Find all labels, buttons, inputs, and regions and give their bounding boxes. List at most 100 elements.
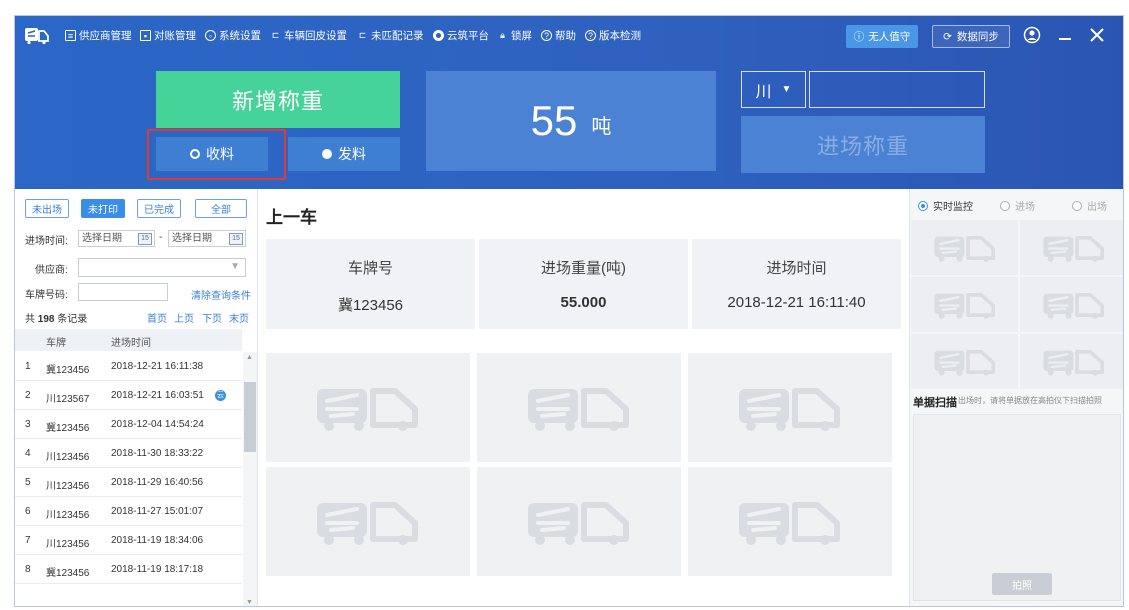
radio-unchecked-icon bbox=[1000, 200, 1010, 211]
end-date-picker[interactable]: 选择日期 15 bbox=[168, 230, 246, 247]
supplier-select[interactable]: ▼ bbox=[78, 258, 246, 277]
menu-reconcile-management[interactable]: ▪ 对账管理 bbox=[140, 28, 196, 43]
caret-down-icon: ▼ bbox=[230, 261, 240, 272]
minimize-icon[interactable] bbox=[1056, 26, 1074, 44]
camera-feed-tile[interactable] bbox=[1020, 334, 1123, 389]
tab-not-printed[interactable]: 未打印 bbox=[81, 199, 125, 218]
weight-unit: 吨 bbox=[591, 115, 612, 138]
truck-placeholder-icon bbox=[933, 235, 995, 262]
photo-placeholder[interactable] bbox=[477, 467, 681, 576]
camera-option-live[interactable]: 实时监控 bbox=[918, 198, 973, 213]
photo-placeholder[interactable] bbox=[688, 467, 892, 576]
list-item[interactable]: 5 川123456 2018-11-29 16:40:56 bbox=[15, 468, 242, 497]
truck-placeholder-icon bbox=[1042, 235, 1104, 262]
menu-tare-settings[interactable]: ⊏ 车辆回皮设置 bbox=[270, 28, 347, 43]
row-time: 2018-11-27 15:01:07 bbox=[111, 506, 204, 517]
plate-search-input[interactable] bbox=[78, 283, 168, 301]
start-date-picker[interactable]: 选择日期 15 bbox=[78, 230, 155, 247]
scroll-thumb[interactable] bbox=[244, 382, 256, 452]
list-item[interactable]: 4 川123456 2018-11-30 18:33:22 bbox=[15, 439, 242, 468]
weight-info-cell: 进场重量(吨) 55.000 bbox=[479, 239, 688, 329]
photo-placeholder[interactable] bbox=[477, 353, 681, 462]
data-sync-button[interactable]: ⟳ 数据同步 bbox=[932, 25, 1010, 48]
camera-feed-tile[interactable] bbox=[911, 277, 1018, 332]
user-icon[interactable] bbox=[1023, 26, 1041, 44]
row-plate: 川123567 bbox=[46, 394, 90, 405]
menu-lock-screen[interactable]: 🔒︎ 锁屏 bbox=[497, 28, 532, 43]
tab-completed[interactable]: 已完成 bbox=[137, 199, 181, 218]
camera-feed-tile[interactable] bbox=[911, 220, 1018, 275]
camera-option-exit[interactable]: 出场 bbox=[1072, 198, 1107, 213]
photo-placeholder[interactable] bbox=[266, 467, 470, 576]
clear-filters-link[interactable]: 清除查询条件 bbox=[191, 287, 251, 302]
menu-help[interactable]: ? 帮助 bbox=[541, 28, 576, 43]
add-weighing-button[interactable]: 新增称重 bbox=[156, 71, 400, 128]
list-item[interactable]: 1 冀123456 2018-12-21 16:11:38 bbox=[15, 352, 242, 381]
cloud-badge-icon: 云 bbox=[215, 390, 226, 401]
time-value: 2018-12-21 16:11:40 bbox=[727, 294, 866, 311]
entry-time-label: 进场时间: bbox=[25, 236, 68, 247]
row-time: 2018-12-04 14:54:24 bbox=[111, 419, 204, 430]
row-time: 2018-11-19 18:17:18 bbox=[111, 564, 204, 575]
document-scan-area: 拍照 bbox=[913, 414, 1121, 601]
menu-unmatched-records[interactable]: ⊏ 未匹配记录 bbox=[357, 28, 424, 43]
truck-icon: ⊏ bbox=[271, 30, 280, 40]
row-plate: 冀123456 bbox=[46, 365, 90, 376]
time-header: 进场时间 bbox=[766, 260, 827, 277]
menu-label: 锁屏 bbox=[511, 30, 532, 42]
scroll-up-icon[interactable]: ▲ bbox=[246, 354, 253, 361]
row-plate: 川123456 bbox=[46, 539, 90, 550]
pager-prev[interactable]: 上页 bbox=[174, 310, 194, 325]
pager-next[interactable]: 下页 bbox=[202, 310, 222, 325]
settings-icon: ◦ bbox=[205, 30, 216, 41]
province-select[interactable]: 川 ▼ bbox=[741, 71, 806, 108]
list-item[interactable]: 7 川123456 2018-11-19 18:34:06 bbox=[15, 526, 242, 555]
list-item[interactable]: 8 冀123456 2018-11-19 18:17:18 bbox=[15, 555, 242, 584]
previous-car-panel: 上一车 车牌号 冀123456 进场重量(吨) 55.000 进场时间 2018… bbox=[258, 189, 909, 606]
plate-info-cell: 车牌号 冀123456 bbox=[266, 239, 475, 329]
row-time: 2018-11-30 18:33:22 bbox=[111, 448, 204, 459]
weight-display: 55 吨 bbox=[426, 71, 716, 171]
previous-car-title: 上一车 bbox=[266, 208, 317, 227]
photo-placeholder[interactable] bbox=[688, 353, 892, 462]
tab-all[interactable]: 全部 bbox=[195, 199, 247, 218]
record-filter-panel: 未出场 未打印 已完成 全部 进场时间: 选择日期 15 - 选择日期 15 供… bbox=[15, 189, 258, 606]
menu-version-check[interactable]: ? 版本检测 bbox=[585, 28, 641, 43]
list-item[interactable]: 3 冀123456 2018-12-04 14:54:24 bbox=[15, 410, 242, 439]
menu-supplier-management[interactable]: ≡ 供应商管理 bbox=[65, 28, 132, 43]
document-scan-title: 单据扫描 bbox=[913, 397, 957, 409]
info-icon: ⓘ bbox=[853, 31, 865, 43]
scroll-down-icon[interactable]: ▼ bbox=[246, 599, 253, 606]
camera-feed-tile[interactable] bbox=[1020, 277, 1123, 332]
list-item[interactable]: 2 川123567 2018-12-21 16:03:51 云 bbox=[15, 381, 242, 410]
menu-label: 版本检测 bbox=[599, 30, 641, 42]
camera-feed-tile[interactable] bbox=[1020, 220, 1123, 275]
truck-placeholder-icon bbox=[1042, 349, 1104, 376]
date-separator: - bbox=[159, 232, 163, 243]
menu-system-settings[interactable]: ◦ 系统设置 bbox=[205, 28, 261, 43]
row-time: 2018-12-21 16:03:51 bbox=[111, 390, 204, 401]
pager-first[interactable]: 首页 bbox=[147, 310, 167, 325]
pager-last[interactable]: 末页 bbox=[229, 310, 249, 325]
photo-placeholder[interactable] bbox=[266, 353, 470, 462]
camera-option-label: 进场 bbox=[1015, 202, 1035, 213]
supplier-label: 供应商: bbox=[35, 265, 68, 276]
row-time: 2018-11-29 16:40:56 bbox=[111, 477, 204, 488]
unmanned-mode-button[interactable]: ⓘ 无人值守 bbox=[846, 25, 918, 48]
menu-label: 供应商管理 bbox=[79, 30, 132, 42]
entry-weighing-button[interactable]: 进场称重 bbox=[741, 116, 985, 173]
menu-label: 车辆回皮设置 bbox=[284, 30, 347, 42]
camera-feed-tile[interactable] bbox=[911, 334, 1018, 389]
reconcile-icon: ▪ bbox=[140, 30, 151, 41]
end-date-placeholder: 选择日期 bbox=[172, 233, 212, 244]
capture-photo-button[interactable]: 拍照 bbox=[992, 573, 1052, 595]
mode-send-button[interactable]: 发料 bbox=[288, 137, 400, 171]
camera-option-entry[interactable]: 进场 bbox=[1000, 198, 1035, 213]
plate-number-input[interactable] bbox=[809, 71, 985, 108]
list-item[interactable]: 6 川123456 2018-11-27 15:01:07 bbox=[15, 497, 242, 526]
help-icon: ? bbox=[541, 30, 552, 41]
close-icon[interactable] bbox=[1088, 26, 1106, 44]
menu-cloud-platform[interactable]: 云筑平台 bbox=[433, 28, 489, 43]
list-scrollbar[interactable]: ▲ ▼ bbox=[243, 352, 257, 606]
tab-not-exited[interactable]: 未出场 bbox=[25, 199, 69, 218]
